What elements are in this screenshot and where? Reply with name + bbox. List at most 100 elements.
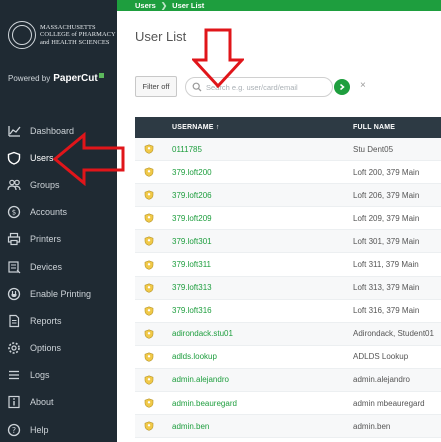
sidebar-item-label: Reports: [30, 315, 62, 326]
sidebar-item-devices[interactable]: Devices: [0, 253, 117, 280]
full-name: Loft 206, 379 Main: [353, 190, 420, 200]
username-link[interactable]: 379.loft200: [172, 168, 353, 177]
table-row[interactable]: 0111785 Stu Dent05: [135, 138, 441, 162]
sidebar-item-printers[interactable]: Printers: [0, 226, 117, 253]
sidebar-item-help[interactable]: ? Help: [0, 416, 117, 442]
username-link[interactable]: adlds.lookup: [172, 352, 353, 361]
group-icon: [7, 179, 21, 191]
annotation-arrow-left-icon: [52, 132, 125, 186]
user-shield-icon: [144, 352, 154, 362]
username-link[interactable]: 379.loft313: [172, 283, 353, 292]
table-row[interactable]: 379.loft316 Loft 316, 379 Main: [135, 300, 441, 323]
breadcrumb-separator-icon: ❯: [160, 1, 168, 10]
breadcrumb: Users ❯ User List: [117, 0, 441, 11]
username-link[interactable]: 379.loft206: [172, 191, 353, 200]
list-icon: [9, 371, 19, 380]
user-shield-icon: [144, 375, 154, 385]
user-shield-icon: [144, 144, 154, 154]
username-link[interactable]: 379.loft209: [172, 214, 353, 223]
table-row[interactable]: 379.loft311 Loft 311, 379 Main: [135, 253, 441, 277]
device-icon: [8, 260, 21, 273]
full-name: admin.alejandro: [353, 375, 410, 385]
report-icon: [9, 314, 20, 328]
column-header-full-name[interactable]: FULL NAME: [353, 124, 395, 131]
user-shield-icon: [144, 306, 154, 316]
user-shield-icon: [144, 259, 154, 270]
sidebar-item-label: Devices: [30, 261, 63, 272]
sidebar-item-label: Users: [30, 152, 54, 163]
powered-by: Powered by PaperCut: [0, 70, 117, 86]
table-row[interactable]: admin.alejandro admin.alejandro: [135, 368, 441, 393]
seal-icon: [8, 21, 36, 49]
username-link[interactable]: admin.beauregard: [172, 399, 353, 408]
username-link[interactable]: admin.alejandro: [172, 375, 353, 384]
username-link[interactable]: 379.loft311: [172, 260, 353, 269]
sidebar-item-label: About: [30, 397, 54, 408]
annotation-arrow-down-icon: [192, 28, 244, 88]
plug-icon: [7, 287, 21, 300]
user-shield-icon: [144, 398, 154, 408]
logo-text: MASSACHUSETTS COLLEGE of PHARMACY and HE…: [40, 24, 116, 46]
sidebar-item-about[interactable]: About: [0, 389, 117, 416]
full-name: Loft 200, 379 Main: [353, 167, 420, 177]
chart-line-icon: [8, 125, 21, 137]
breadcrumb-users[interactable]: Users: [135, 1, 156, 10]
info-icon: [8, 396, 20, 409]
coin-icon: $: [7, 206, 21, 219]
user-shield-icon: [144, 213, 154, 224]
table-header: USERNAME ↑ FULL NAME: [135, 117, 441, 138]
full-name: admin.ben: [353, 421, 391, 431]
chevron-right-icon: [340, 83, 345, 91]
help-icon: ?: [7, 423, 21, 436]
page-title: User List: [135, 29, 187, 44]
full-name: Loft 301, 379 Main: [353, 236, 420, 246]
username-link[interactable]: 379.loft301: [172, 237, 353, 246]
users-table: USERNAME ↑ FULL NAME 0111785 Stu Dent05 37…: [135, 117, 441, 439]
table-row[interactable]: admin.ben admin.ben: [135, 415, 441, 439]
sidebar-item-options[interactable]: Options: [0, 335, 117, 362]
papercut-logo: PaperCut: [53, 72, 104, 84]
sidebar-item-label: Enable Printing: [30, 288, 92, 299]
sidebar-item-accounts[interactable]: $ Accounts: [0, 199, 117, 226]
username-link[interactable]: admin.ben: [172, 422, 353, 431]
sidebar-item-reports[interactable]: Reports: [0, 307, 117, 334]
user-shield-icon: [144, 283, 154, 293]
table-row[interactable]: 379.loft313 Loft 313, 379 Main: [135, 276, 441, 300]
table-row[interactable]: admin.beauregard admin mbeauregard: [135, 392, 441, 416]
gear-icon: [8, 342, 20, 354]
sidebar-item-label: Printers: [30, 234, 62, 245]
full-name: Stu Dent05: [353, 144, 394, 154]
username-link[interactable]: adirondack.stu01: [172, 329, 353, 338]
table-row[interactable]: 379.loft209 Loft 209, 379 Main: [135, 207, 441, 231]
user-shield-icon: [144, 167, 154, 177]
printer-icon: [7, 233, 21, 246]
table-row[interactable]: 379.loft200 Loft 200, 379 Main: [135, 161, 441, 185]
user-shield-icon: [144, 190, 154, 200]
table-row[interactable]: adirondack.stu01 Adirondack, Student01: [135, 322, 441, 346]
table-body: 0111785 Stu Dent05 379.loft200 Loft 200, 37…: [135, 138, 441, 439]
sidebar-item-label: Options: [30, 343, 62, 354]
svg-text:$: $: [12, 209, 16, 217]
sidebar-item-label: Help: [30, 424, 49, 435]
full-name: Loft 209, 379 Main: [353, 213, 420, 223]
sidebar-item-enable-printing[interactable]: Enable Printing: [0, 280, 117, 307]
clear-search-icon[interactable]: ×: [360, 80, 366, 91]
table-row[interactable]: 379.loft206 Loft 206, 379 Main: [135, 184, 441, 208]
username-link[interactable]: 0111785: [172, 145, 353, 154]
table-row[interactable]: adlds.lookup ADLDS Lookup: [135, 346, 441, 369]
full-name: ADLDS Lookup: [353, 352, 409, 362]
full-name: Loft 316, 379 Main: [353, 306, 420, 316]
user-shield-icon: [144, 329, 154, 339]
sidebar-item-logs[interactable]: Logs: [0, 362, 117, 389]
filter-button[interactable]: Filter off: [135, 76, 177, 97]
table-row[interactable]: 379.loft301 Loft 301, 379 Main: [135, 230, 441, 254]
sidebar-item-label: Accounts: [30, 207, 68, 218]
full-name: Adirondack, Student01: [353, 329, 434, 339]
sidebar: MASSACHUSETTS COLLEGE of PHARMACY and HE…: [0, 0, 117, 442]
user-shield-icon: [144, 421, 154, 431]
full-name: admin mbeauregard: [353, 398, 425, 408]
column-header-username[interactable]: USERNAME ↑: [172, 124, 353, 131]
sidebar-item-label: Logs: [30, 370, 50, 381]
search-go-button[interactable]: [334, 79, 350, 95]
username-link[interactable]: 379.loft316: [172, 306, 353, 315]
